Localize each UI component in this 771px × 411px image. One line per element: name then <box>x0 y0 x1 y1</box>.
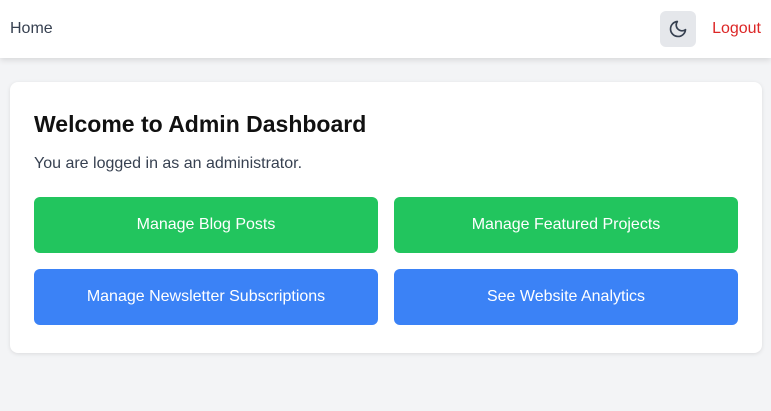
manage-featured-projects-button[interactable]: Manage Featured Projects <box>394 197 738 253</box>
welcome-subtitle: You are logged in as an administrator. <box>34 155 303 172</box>
action-button-grid: Manage Blog Posts Manage Featured Projec… <box>34 197 738 325</box>
logout-link[interactable]: Logout <box>712 20 761 38</box>
theme-toggle-button[interactable] <box>660 11 697 47</box>
manage-newsletter-subscriptions-button[interactable]: Manage Newsletter Subscriptions <box>34 269 378 325</box>
dashboard-card: Welcome to Admin Dashboard You are logge… <box>10 82 762 353</box>
top-navbar: Home Logout <box>0 0 771 58</box>
page-title: Welcome to Admin Dashboard <box>34 111 367 137</box>
home-link[interactable]: Home <box>10 20 53 38</box>
main-content: Welcome to Admin Dashboard You are logge… <box>0 58 771 353</box>
manage-blog-posts-button[interactable]: Manage Blog Posts <box>34 197 378 253</box>
moon-icon <box>668 19 688 39</box>
navbar-actions: Logout <box>660 11 761 47</box>
see-website-analytics-button[interactable]: See Website Analytics <box>394 269 738 325</box>
